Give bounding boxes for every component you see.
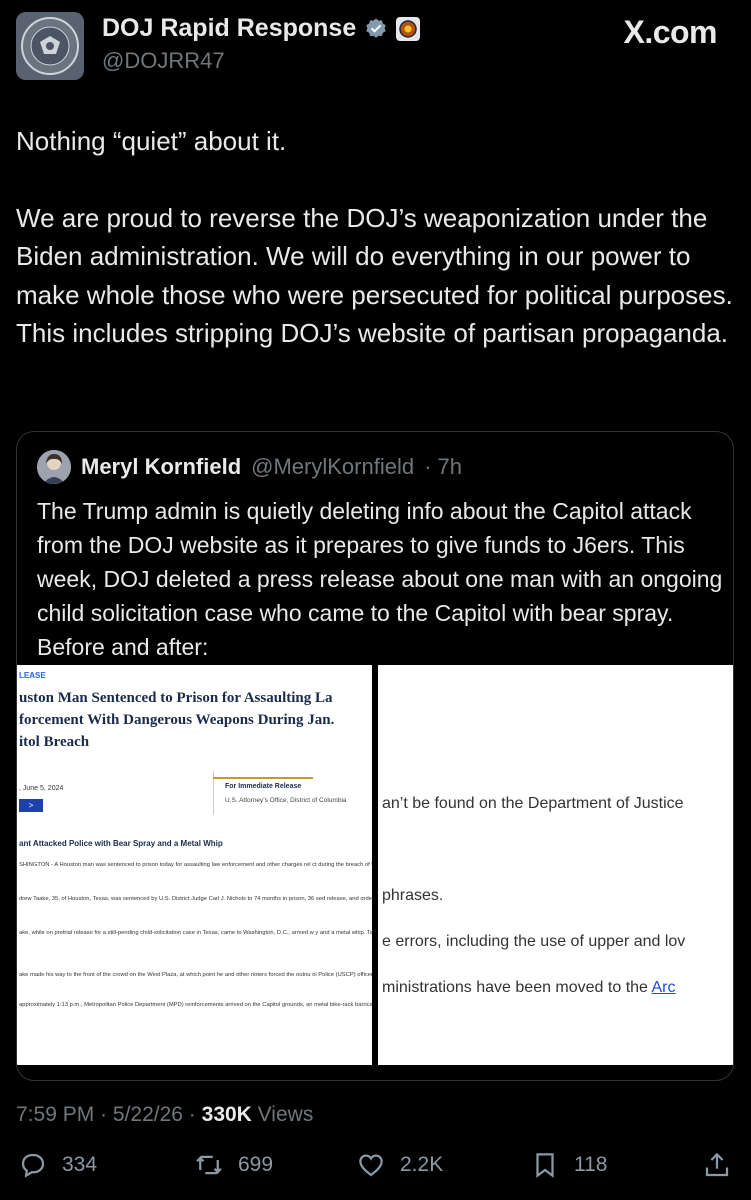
headline-line: forcement With Dangerous Weapons During … bbox=[19, 712, 335, 728]
not-found-message: an’t be found on the Department of Justi… bbox=[382, 795, 684, 812]
after-text-line: phrases. bbox=[382, 887, 444, 904]
share-icon bbox=[705, 1152, 729, 1177]
site-logo: X.com bbox=[623, 14, 717, 50]
quote-text: The Trump admin is quietly deleting info… bbox=[37, 498, 723, 660]
action-bar: 334 699 2.2K 118 bbox=[0, 1150, 751, 1200]
tweet-paragraph: We are proud to reverse the DOJ’s weapon… bbox=[16, 202, 733, 349]
like-button[interactable]: 2.2K bbox=[356, 1150, 443, 1180]
press-paragraph: approximately 1:13 p.m., Metropolitan Po… bbox=[19, 1002, 372, 1008]
press-release-headline: uston Man Sentenced to Prison for Assaul… bbox=[19, 687, 334, 753]
tweet-timestamp: 7:59 PM · 5/22/26 · 330K Views bbox=[16, 1103, 313, 1127]
tweet-text: Nothing “quiet” about it. We are proud t… bbox=[16, 122, 736, 353]
archive-link[interactable]: Arc bbox=[652, 979, 676, 996]
repost-button[interactable]: 699 bbox=[194, 1150, 273, 1180]
press-release-date: , June 5, 2024 bbox=[19, 785, 64, 792]
release-accent-line bbox=[213, 777, 313, 779]
quoted-tweet[interactable]: Meryl Kornfield @MerylKornfield · 7h The… bbox=[16, 431, 734, 1081]
after-screenshot[interactable]: an’t be found on the Department of Justi… bbox=[378, 665, 733, 1065]
reply-button[interactable]: 334 bbox=[18, 1150, 97, 1180]
quote-author-handle[interactable]: @MerylKornfield bbox=[251, 454, 414, 480]
press-paragraph: drew Taake, 35, of Houston, Texas, was s… bbox=[19, 896, 372, 902]
press-paragraph: SHINGTON - A Houston man was sentenced t… bbox=[19, 862, 372, 868]
views-label: Views bbox=[251, 1103, 314, 1126]
share-tweet-button[interactable] bbox=[702, 1150, 732, 1180]
government-seal-icon bbox=[396, 16, 421, 41]
after-text-line: ministrations have been moved to the Arc bbox=[382, 979, 676, 997]
release-office: U.S. Attorney’s Office, District of Colu… bbox=[225, 797, 347, 804]
after-text-prefix: ministrations have been moved to the bbox=[382, 979, 652, 996]
reply-count: 334 bbox=[62, 1153, 98, 1176]
author-display-name[interactable]: DOJ Rapid Response bbox=[102, 14, 356, 43]
post-date[interactable]: 5/22/26 bbox=[113, 1103, 183, 1126]
before-screenshot[interactable]: LEASE uston Man Sentenced to Prison for … bbox=[17, 665, 372, 1065]
verified-badge-icon bbox=[366, 18, 386, 38]
release-title: For Immediate Release bbox=[225, 783, 302, 790]
press-release-subhead: ant Attacked Police with Bear Spray and … bbox=[19, 839, 223, 848]
bookmark-count: 118 bbox=[574, 1153, 608, 1176]
headline-line: itol Breach bbox=[19, 734, 90, 750]
author-handle[interactable]: @DOJRR47 bbox=[102, 48, 225, 74]
quote-author-avatar[interactable] bbox=[37, 450, 71, 484]
repost-count: 699 bbox=[238, 1153, 274, 1176]
reply-icon bbox=[21, 1153, 45, 1178]
press-paragraph: ake, while on pretrial release for a sti… bbox=[19, 930, 372, 936]
after-text-line: e errors, including the use of upper and… bbox=[382, 933, 686, 950]
bookmark-icon bbox=[536, 1153, 554, 1178]
view-count: 330K bbox=[201, 1103, 252, 1126]
release-label: LEASE bbox=[19, 671, 46, 680]
press-paragraph: ake made his way to the front of the cro… bbox=[19, 972, 372, 978]
bookmark-button[interactable]: 118 bbox=[530, 1150, 607, 1180]
headline-line: uston Man Sentenced to Prison for Assaul… bbox=[19, 690, 333, 706]
quote-author-name[interactable]: Meryl Kornfield bbox=[81, 454, 241, 480]
separator: · bbox=[182, 1103, 202, 1126]
quote-time: · 7h bbox=[424, 454, 462, 479]
share-button: > bbox=[19, 799, 43, 812]
separator: · bbox=[94, 1103, 113, 1126]
author-avatar[interactable] bbox=[16, 12, 84, 80]
heart-icon bbox=[359, 1154, 383, 1177]
like-count: 2.2K bbox=[400, 1153, 444, 1176]
tweet-paragraph: Nothing “quiet” about it. bbox=[16, 126, 287, 156]
repost-icon bbox=[196, 1155, 222, 1175]
quote-media[interactable]: LEASE uston Man Sentenced to Prison for … bbox=[17, 665, 733, 1080]
post-time[interactable]: 7:59 PM bbox=[16, 1103, 94, 1126]
doj-seal-icon bbox=[16, 12, 84, 80]
